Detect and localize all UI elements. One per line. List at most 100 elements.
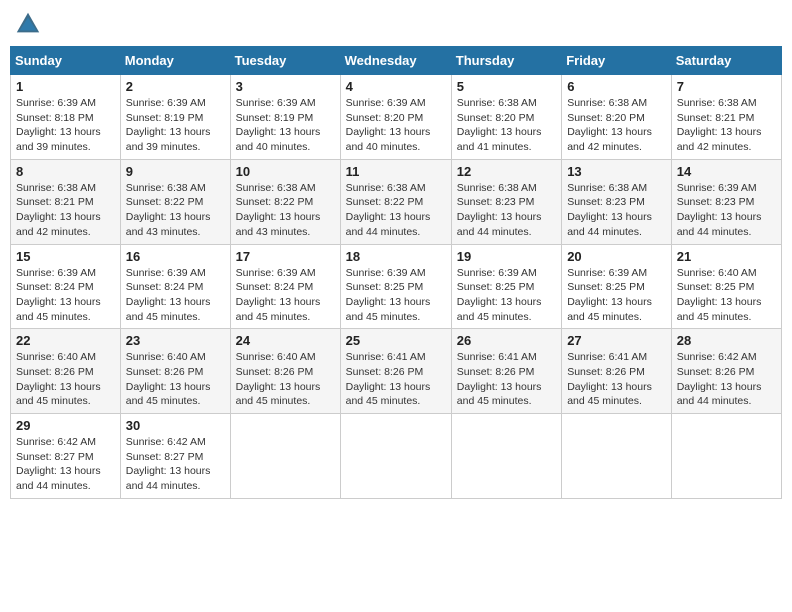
calendar-cell: 20 Sunrise: 6:39 AM Sunset: 8:25 PM Dayl… [562,244,672,329]
day-number: 24 [236,333,335,348]
day-info: Sunrise: 6:40 AM Sunset: 8:26 PM Dayligh… [16,350,115,409]
day-number: 8 [16,164,115,179]
calendar-cell: 23 Sunrise: 6:40 AM Sunset: 8:26 PM Dayl… [120,329,230,414]
calendar-cell: 15 Sunrise: 6:39 AM Sunset: 8:24 PM Dayl… [11,244,121,329]
day-number: 16 [126,249,225,264]
day-info: Sunrise: 6:42 AM Sunset: 8:26 PM Dayligh… [677,350,776,409]
day-number: 13 [567,164,666,179]
calendar-cell: 11 Sunrise: 6:38 AM Sunset: 8:22 PM Dayl… [340,159,451,244]
day-number: 5 [457,79,556,94]
day-number: 4 [346,79,446,94]
day-info: Sunrise: 6:38 AM Sunset: 8:20 PM Dayligh… [567,96,666,155]
day-info: Sunrise: 6:41 AM Sunset: 8:26 PM Dayligh… [346,350,446,409]
weekday-header-saturday: Saturday [671,47,781,75]
day-info: Sunrise: 6:40 AM Sunset: 8:25 PM Dayligh… [677,266,776,325]
day-number: 11 [346,164,446,179]
day-number: 23 [126,333,225,348]
calendar-cell: 16 Sunrise: 6:39 AM Sunset: 8:24 PM Dayl… [120,244,230,329]
calendar-cell: 4 Sunrise: 6:39 AM Sunset: 8:20 PM Dayli… [340,75,451,160]
calendar-cell: 10 Sunrise: 6:38 AM Sunset: 8:22 PM Dayl… [230,159,340,244]
day-info: Sunrise: 6:40 AM Sunset: 8:26 PM Dayligh… [236,350,335,409]
calendar-cell: 21 Sunrise: 6:40 AM Sunset: 8:25 PM Dayl… [671,244,781,329]
calendar-week-4: 22 Sunrise: 6:40 AM Sunset: 8:26 PM Dayl… [11,329,782,414]
calendar-week-1: 1 Sunrise: 6:39 AM Sunset: 8:18 PM Dayli… [11,75,782,160]
day-info: Sunrise: 6:38 AM Sunset: 8:22 PM Dayligh… [236,181,335,240]
day-info: Sunrise: 6:39 AM Sunset: 8:23 PM Dayligh… [677,181,776,240]
day-info: Sunrise: 6:38 AM Sunset: 8:22 PM Dayligh… [346,181,446,240]
day-number: 14 [677,164,776,179]
logo [14,10,44,38]
day-info: Sunrise: 6:42 AM Sunset: 8:27 PM Dayligh… [16,435,115,494]
calendar-cell: 27 Sunrise: 6:41 AM Sunset: 8:26 PM Dayl… [562,329,672,414]
day-info: Sunrise: 6:41 AM Sunset: 8:26 PM Dayligh… [567,350,666,409]
day-info: Sunrise: 6:41 AM Sunset: 8:26 PM Dayligh… [457,350,556,409]
weekday-header-row: SundayMondayTuesdayWednesdayThursdayFrid… [11,47,782,75]
day-info: Sunrise: 6:38 AM Sunset: 8:23 PM Dayligh… [457,181,556,240]
calendar-week-2: 8 Sunrise: 6:38 AM Sunset: 8:21 PM Dayli… [11,159,782,244]
weekday-header-friday: Friday [562,47,672,75]
day-info: Sunrise: 6:38 AM Sunset: 8:21 PM Dayligh… [16,181,115,240]
calendar-cell [340,414,451,499]
calendar-cell: 28 Sunrise: 6:42 AM Sunset: 8:26 PM Dayl… [671,329,781,414]
weekday-header-sunday: Sunday [11,47,121,75]
weekday-header-wednesday: Wednesday [340,47,451,75]
calendar-cell: 5 Sunrise: 6:38 AM Sunset: 8:20 PM Dayli… [451,75,561,160]
day-info: Sunrise: 6:38 AM Sunset: 8:23 PM Dayligh… [567,181,666,240]
calendar-cell: 26 Sunrise: 6:41 AM Sunset: 8:26 PM Dayl… [451,329,561,414]
day-info: Sunrise: 6:38 AM Sunset: 8:22 PM Dayligh… [126,181,225,240]
day-number: 3 [236,79,335,94]
day-number: 12 [457,164,556,179]
day-number: 28 [677,333,776,348]
day-number: 15 [16,249,115,264]
calendar-cell: 12 Sunrise: 6:38 AM Sunset: 8:23 PM Dayl… [451,159,561,244]
weekday-header-tuesday: Tuesday [230,47,340,75]
day-info: Sunrise: 6:39 AM Sunset: 8:24 PM Dayligh… [236,266,335,325]
calendar-cell: 3 Sunrise: 6:39 AM Sunset: 8:19 PM Dayli… [230,75,340,160]
day-number: 2 [126,79,225,94]
calendar-table: SundayMondayTuesdayWednesdayThursdayFrid… [10,46,782,499]
calendar-cell [230,414,340,499]
calendar-cell: 25 Sunrise: 6:41 AM Sunset: 8:26 PM Dayl… [340,329,451,414]
day-info: Sunrise: 6:38 AM Sunset: 8:20 PM Dayligh… [457,96,556,155]
calendar-cell: 14 Sunrise: 6:39 AM Sunset: 8:23 PM Dayl… [671,159,781,244]
day-info: Sunrise: 6:39 AM Sunset: 8:25 PM Dayligh… [567,266,666,325]
calendar-cell [451,414,561,499]
day-info: Sunrise: 6:39 AM Sunset: 8:19 PM Dayligh… [236,96,335,155]
day-number: 26 [457,333,556,348]
weekday-header-thursday: Thursday [451,47,561,75]
day-info: Sunrise: 6:39 AM Sunset: 8:19 PM Dayligh… [126,96,225,155]
calendar-cell: 29 Sunrise: 6:42 AM Sunset: 8:27 PM Dayl… [11,414,121,499]
day-info: Sunrise: 6:39 AM Sunset: 8:25 PM Dayligh… [346,266,446,325]
day-info: Sunrise: 6:38 AM Sunset: 8:21 PM Dayligh… [677,96,776,155]
calendar-cell: 2 Sunrise: 6:39 AM Sunset: 8:19 PM Dayli… [120,75,230,160]
calendar-cell: 19 Sunrise: 6:39 AM Sunset: 8:25 PM Dayl… [451,244,561,329]
day-info: Sunrise: 6:39 AM Sunset: 8:25 PM Dayligh… [457,266,556,325]
day-number: 17 [236,249,335,264]
calendar-cell: 6 Sunrise: 6:38 AM Sunset: 8:20 PM Dayli… [562,75,672,160]
day-number: 19 [457,249,556,264]
calendar-cell [671,414,781,499]
calendar-week-5: 29 Sunrise: 6:42 AM Sunset: 8:27 PM Dayl… [11,414,782,499]
day-number: 7 [677,79,776,94]
day-info: Sunrise: 6:42 AM Sunset: 8:27 PM Dayligh… [126,435,225,494]
calendar-cell: 7 Sunrise: 6:38 AM Sunset: 8:21 PM Dayli… [671,75,781,160]
day-number: 9 [126,164,225,179]
day-number: 22 [16,333,115,348]
weekday-header-monday: Monday [120,47,230,75]
day-number: 6 [567,79,666,94]
day-number: 30 [126,418,225,433]
calendar-cell: 22 Sunrise: 6:40 AM Sunset: 8:26 PM Dayl… [11,329,121,414]
day-info: Sunrise: 6:39 AM Sunset: 8:24 PM Dayligh… [126,266,225,325]
calendar-cell [562,414,672,499]
calendar-week-3: 15 Sunrise: 6:39 AM Sunset: 8:24 PM Dayl… [11,244,782,329]
calendar-cell: 13 Sunrise: 6:38 AM Sunset: 8:23 PM Dayl… [562,159,672,244]
logo-icon [14,10,42,38]
day-number: 29 [16,418,115,433]
day-info: Sunrise: 6:40 AM Sunset: 8:26 PM Dayligh… [126,350,225,409]
day-info: Sunrise: 6:39 AM Sunset: 8:24 PM Dayligh… [16,266,115,325]
day-number: 25 [346,333,446,348]
calendar-cell: 18 Sunrise: 6:39 AM Sunset: 8:25 PM Dayl… [340,244,451,329]
day-number: 21 [677,249,776,264]
day-info: Sunrise: 6:39 AM Sunset: 8:20 PM Dayligh… [346,96,446,155]
calendar-cell: 1 Sunrise: 6:39 AM Sunset: 8:18 PM Dayli… [11,75,121,160]
